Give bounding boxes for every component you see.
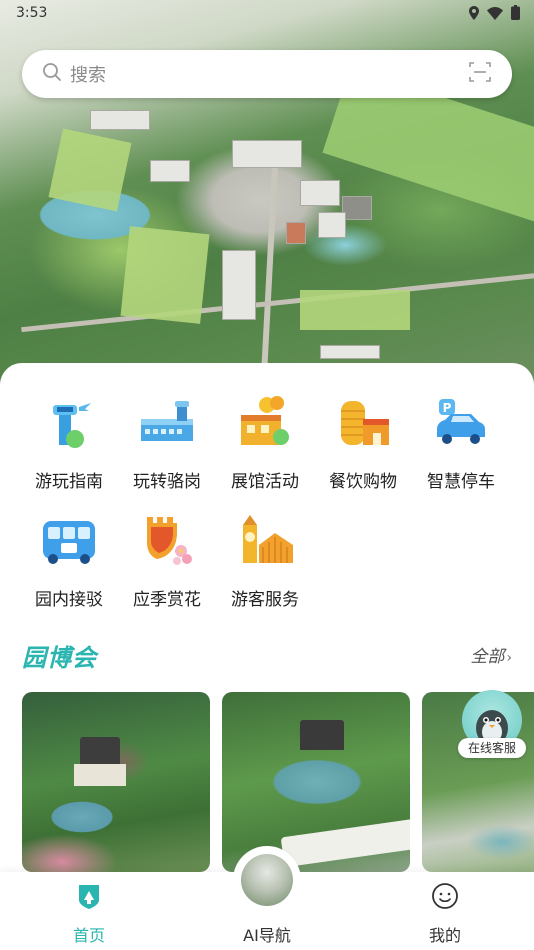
service-label: 在线客服 [458,738,526,758]
quick-link-label: 游玩指南 [35,472,103,492]
wifi-icon [487,5,503,24]
quick-link-dining[interactable]: 餐饮购物 [314,393,412,492]
terminal-building-icon [141,401,193,441]
building [150,160,190,182]
shopping-building-icon [341,401,389,445]
search-bar[interactable]: 搜索 [22,50,512,98]
building [286,222,306,244]
status-time: 3:53 [16,5,48,21]
balloon-pavilion-icon [241,396,289,445]
svg-text:P: P [443,401,452,415]
building [342,196,372,220]
quick-link-pavilion[interactable]: 展馆活动 [216,393,314,492]
chevron-right-icon: › [506,650,512,666]
road [21,272,534,333]
expo-card-list [0,692,534,872]
field [48,128,132,212]
building [318,212,346,238]
field [300,290,410,330]
road [259,160,279,390]
quick-link-label: 游客服务 [231,590,299,610]
ai-map-thumbnail [241,854,293,906]
nav-label: 首页 [72,926,105,945]
home-shield-icon [79,885,99,909]
quick-link-label: 应季赏花 [133,590,201,610]
clock-tower-service-icon [243,515,293,563]
smiley-icon [432,883,458,909]
status-icons [469,5,520,24]
building [222,250,256,320]
nav-label: AI导航 [243,926,291,945]
search-input[interactable]: 搜索 [70,61,468,87]
nav-home[interactable]: 首页 [29,872,149,950]
building [320,345,380,359]
quick-link-label: 餐饮购物 [329,472,397,492]
quick-link-label: 展馆活动 [231,472,299,492]
online-service-button[interactable]: 在线客服 [458,690,526,762]
quick-link-explore[interactable]: 玩转骆岗 [118,393,216,492]
section-title: 园博会 [22,643,97,672]
search-icon [42,62,70,86]
location-icon [469,5,479,24]
shuttle-bus-icon [43,521,95,564]
building [300,180,340,206]
view-all-label: 全部 [470,647,505,667]
field [120,226,210,324]
quick-link-shuttle[interactable]: 园内接驳 [20,511,118,610]
parking-car-icon: P [437,399,485,444]
expo-card[interactable] [222,692,410,872]
pavilion-base [74,764,126,786]
view-all-link[interactable]: 全部 › [470,642,512,667]
expo-card[interactable] [22,692,210,872]
quick-link-parking[interactable]: P 智慧停车 [412,393,510,492]
quick-link-service[interactable]: 游客服务 [216,511,314,610]
scan-icon[interactable] [468,60,492,88]
ai-navigation-button[interactable] [237,850,297,910]
quick-link-guide[interactable]: 游玩指南 [20,393,118,492]
pavilion-roof [300,720,344,750]
building [232,140,302,168]
quick-link-flowers[interactable]: 应季赏花 [118,511,216,610]
quick-link-label: 玩转骆岗 [133,472,201,492]
battery-icon [511,5,520,24]
nav-label: 我的 [428,926,461,945]
building [90,110,150,130]
quick-link-label: 园内接驳 [35,590,103,610]
tower-guide-icon [53,403,91,448]
bottom-nav: 首页 AI导航 我的 [0,850,534,950]
pavilion-roof [80,737,120,765]
quick-link-label: 智慧停车 [427,472,495,492]
flower-wall-icon [147,517,192,565]
nav-me[interactable]: 我的 [385,872,505,950]
garden-wall [280,816,410,868]
status-bar: 3:53 [0,0,534,28]
